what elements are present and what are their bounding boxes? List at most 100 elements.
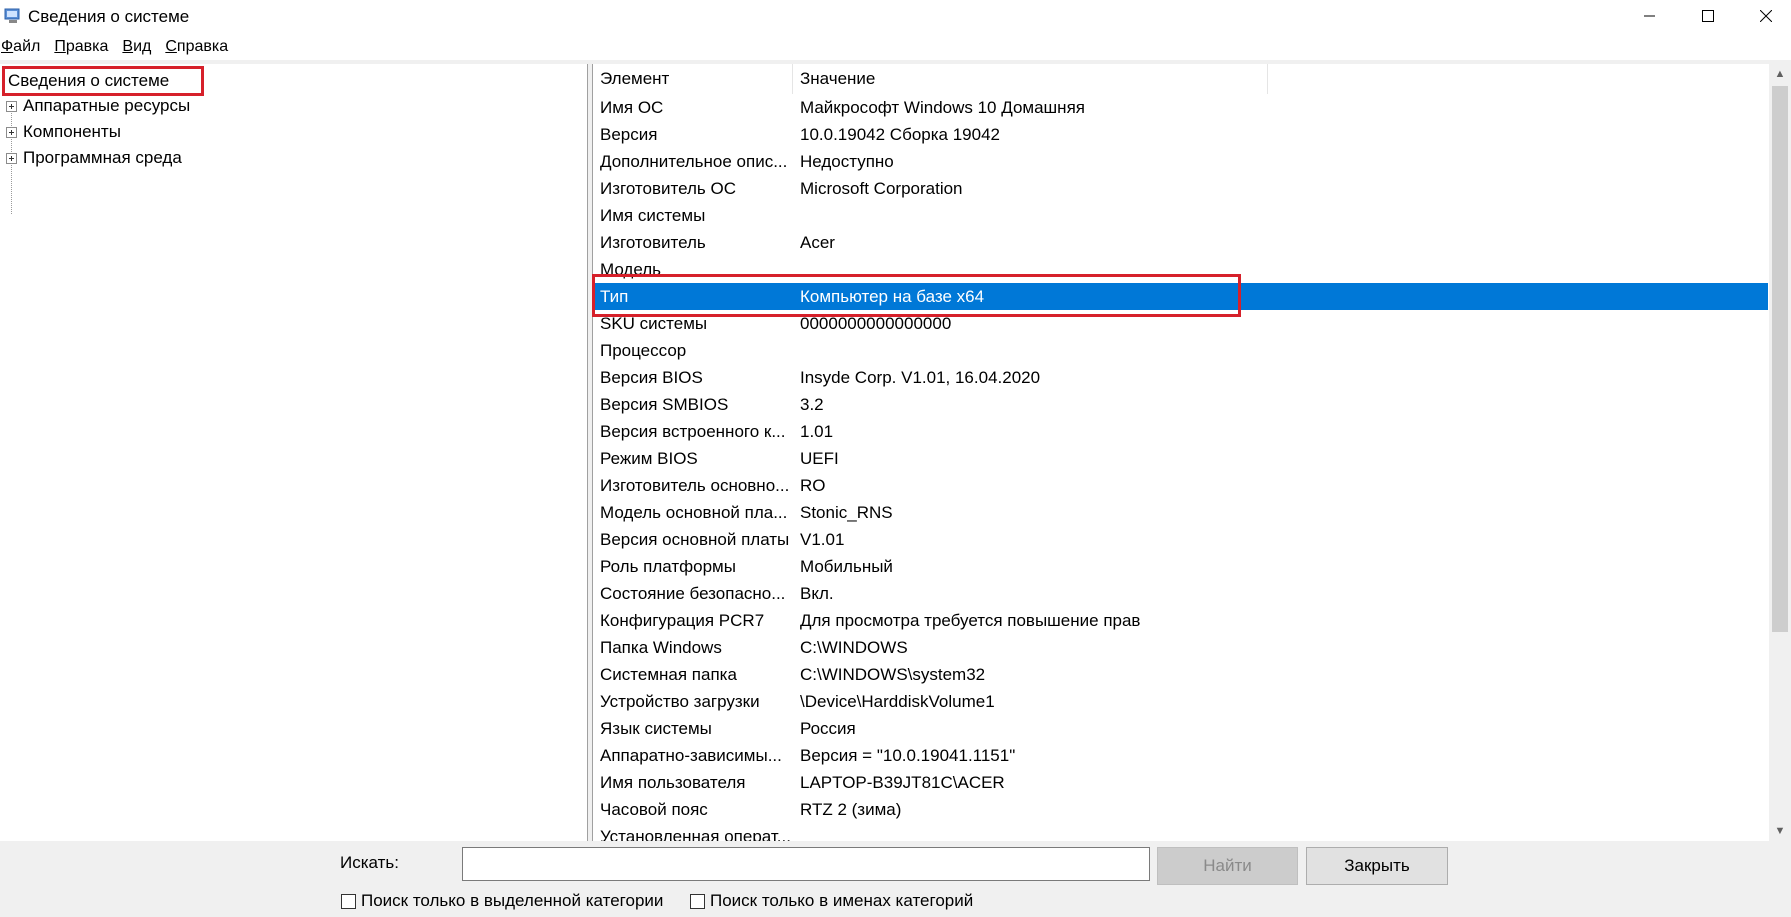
cell-value: \Device\HarddiskVolume1 [800, 691, 995, 711]
table-row[interactable]: Имя ОС Майкрософт Windows 10 Домашняя [593, 94, 1768, 121]
menu-view[interactable]: Вид [121, 36, 158, 60]
cell-element: Конфигурация PCR7 [600, 610, 765, 630]
table-row[interactable]: Изготовитель ОС Microsoft Corporation [593, 175, 1768, 202]
table-row[interactable]: Режим BIOS UEFI [593, 445, 1768, 472]
cell-element: SKU системы [600, 313, 708, 333]
cell-value: 3.2 [800, 394, 824, 414]
cell-value: Майкрософт Windows 10 Домашняя [800, 97, 1085, 117]
table-row[interactable]: Имя системы [593, 202, 1768, 229]
cell-element: Режим BIOS [600, 448, 698, 468]
table-row[interactable]: Часовой пояс RTZ 2 (зима) [593, 796, 1768, 823]
cell-element: Версия основной платы [600, 529, 790, 549]
title-bar: Сведения о системе [0, 0, 1791, 34]
checkbox-icon[interactable] [690, 893, 705, 909]
cell-value: C:\WINDOWS [800, 637, 908, 657]
table-row[interactable]: Версия встроенного к... 1.01 [593, 418, 1768, 445]
tree-item-hardware-resources[interactable]: Аппаратные ресурсы [0, 94, 190, 118]
cell-element: Процессор [600, 340, 687, 360]
cell-element: Модель [600, 259, 662, 279]
tree-item-label: Компоненты [23, 122, 121, 141]
system-info-app-icon [4, 8, 20, 23]
cell-element: Тип [600, 286, 629, 306]
table-row[interactable]: Модель основной пла... Stonic_RNS [593, 499, 1768, 526]
tree-item-components[interactable]: Компоненты [0, 120, 121, 144]
close-icon [1760, 10, 1772, 22]
menu-edit[interactable]: Правка [53, 36, 115, 60]
cell-value: Мобильный [800, 556, 893, 576]
cell-element: Дополнительное опис... [600, 151, 788, 171]
expand-plus-icon[interactable] [6, 152, 17, 164]
column-header-element[interactable]: Элемент [593, 64, 793, 94]
expand-plus-icon[interactable] [6, 126, 17, 138]
list-rows: Имя ОС Майкрософт Windows 10 Домашняя Верс… [593, 94, 1768, 841]
cell-element: Имя системы [600, 205, 706, 225]
table-row[interactable]: Дополнительное опис... Недоступно [593, 148, 1768, 175]
cell-element: Изготовитель [600, 232, 706, 252]
table-row[interactable]: Версия основной платы V1.01 [593, 526, 1768, 553]
table-row[interactable]: Процессор [593, 337, 1768, 364]
cell-value: 1.01 [800, 421, 834, 441]
table-row[interactable]: Состояние безопасно... Вкл. [593, 580, 1768, 607]
menu-edit-label: равка [65, 38, 109, 55]
expand-plus-icon[interactable] [6, 100, 17, 112]
table-row[interactable]: SKU системы 0000000000000000 [593, 310, 1768, 337]
table-row[interactable]: Роль платформы Мобильный [593, 553, 1768, 580]
checkbox-search-category-names[interactable]: Поиск только в именах категорий [690, 891, 973, 911]
tree-item-system-summary[interactable]: Сведения о системе [2, 66, 204, 96]
window-title: Сведения о системе [28, 7, 190, 26]
search-input[interactable] [462, 847, 1150, 881]
close-window-button[interactable] [1737, 0, 1791, 32]
cell-element: Папка Windows [600, 637, 722, 657]
scroll-down-arrow-icon[interactable]: ▼ [1769, 821, 1791, 841]
cell-element: Версия SMBIOS [600, 394, 729, 414]
menu-file-label: айл [13, 38, 41, 55]
cell-value: LAPTOP-B39JT81C\ACER [800, 772, 1005, 792]
table-row[interactable]: Папка Windows C:\WINDOWS [593, 634, 1768, 661]
table-row[interactable]: Версия SMBIOS 3.2 [593, 391, 1768, 418]
table-row[interactable]: Язык системы Россия [593, 715, 1768, 742]
cell-element: Установленная операт... [600, 826, 791, 842]
cell-element: Язык системы [600, 718, 712, 738]
cell-value: Microsoft Corporation [800, 178, 963, 198]
close-button[interactable]: Закрыть [1306, 847, 1448, 885]
column-header-value[interactable]: Значение [793, 64, 1268, 94]
tree-item-label: Аппаратные ресурсы [23, 96, 191, 115]
cell-value: 0000000000000000 [800, 313, 952, 333]
category-tree: Сведения о системе Аппаратные ресурсы Ко… [0, 64, 588, 841]
checkbox-search-selected-category[interactable]: Поиск только в выделенной категории [341, 891, 663, 911]
table-row[interactable]: Аппаратно-зависимы... Версия = "10.0.1904… [593, 742, 1768, 769]
vertical-scrollbar[interactable]: ▲ ▼ [1769, 64, 1791, 841]
menu-file-accel: Ф [1, 38, 14, 55]
details-list: Элемент Значение Имя ОС Майкрософт Window… [592, 64, 1791, 841]
cell-value: V1.01 [800, 529, 845, 549]
cell-element: Устройство загрузки [600, 691, 760, 711]
menu-edit-accel: П [54, 38, 66, 55]
table-row[interactable]: Изготовитель Acer [593, 229, 1768, 256]
table-row[interactable]: Установленная операт... [593, 823, 1768, 842]
menu-view-label: ид [133, 38, 152, 55]
scroll-up-arrow-icon[interactable]: ▲ [1769, 64, 1791, 84]
cell-value: RTZ 2 (зима) [800, 799, 902, 819]
table-row[interactable]: Устройство загрузки \Device\HarddiskVolum… [593, 688, 1768, 715]
menu-file[interactable]: Файл [0, 36, 47, 60]
table-row[interactable]: Конфигурация PCR7 Для просмотра требуется… [593, 607, 1768, 634]
find-button[interactable]: Найти [1157, 847, 1298, 885]
minimize-button[interactable] [1621, 0, 1679, 32]
cell-value: 10.0.19042 Сборка 19042 [800, 124, 1000, 144]
cell-value: Acer [800, 232, 835, 252]
checkbox-icon[interactable] [341, 893, 356, 909]
menu-help[interactable]: Справка [164, 36, 235, 60]
tree-item-software-environment[interactable]: Программная среда [0, 146, 182, 170]
table-row[interactable]: Тип Компьютер на базе x64 [593, 283, 1768, 310]
table-row[interactable]: Версия 10.0.19042 Сборка 19042 [593, 121, 1768, 148]
table-row[interactable]: Версия BIOS Insyde Corp. V1.01, 16.04.202… [593, 364, 1768, 391]
table-row[interactable]: Модель [593, 256, 1768, 283]
maximize-button[interactable] [1679, 0, 1737, 32]
table-row[interactable]: Системная папка C:\WINDOWS\system32 [593, 661, 1768, 688]
table-row[interactable]: Изготовитель основно... RO [593, 472, 1768, 499]
cell-value: RO [800, 475, 826, 495]
scroll-thumb[interactable] [1772, 86, 1788, 632]
cell-value: Вкл. [800, 583, 834, 603]
table-row[interactable]: Имя пользователя LAPTOP-B39JT81C\ACER [593, 769, 1768, 796]
cell-value: Для просмотра требуется повышение прав [800, 610, 1141, 630]
